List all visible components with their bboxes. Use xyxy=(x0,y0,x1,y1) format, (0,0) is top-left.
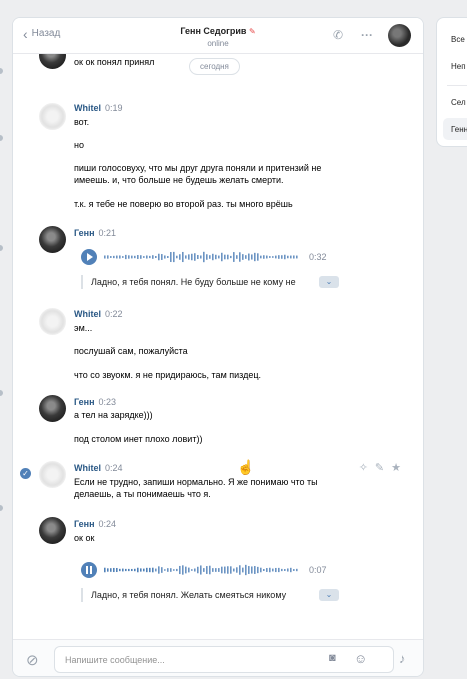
message-author[interactable]: Whitel xyxy=(74,103,101,113)
avatar[interactable] xyxy=(39,395,66,422)
message-input[interactable] xyxy=(54,646,394,673)
message-actions: ✧ ✎ ★ xyxy=(359,461,401,474)
microphone-icon[interactable]: ♪ xyxy=(399,651,406,666)
pause-icon[interactable] xyxy=(81,562,97,578)
message-text: эм... xyxy=(74,323,93,333)
voice-message: 0:32 xyxy=(81,249,331,265)
voice-waveform[interactable] xyxy=(104,251,299,263)
voice-duration: 0:32 xyxy=(309,252,327,262)
message-author[interactable]: Генн xyxy=(74,397,95,407)
message-text: вот. xyxy=(74,117,90,127)
message-author[interactable]: Генн xyxy=(74,519,95,529)
message-time: 0:21 xyxy=(98,228,117,238)
message-text: а тел на зарядке))) xyxy=(74,410,153,420)
scroll-marker xyxy=(0,68,3,74)
avatar[interactable] xyxy=(39,308,66,335)
hand-cursor-icon: ☝ xyxy=(237,459,255,475)
top-strip xyxy=(0,0,467,17)
message-list[interactable]: ок ок понял принял сегодня Whitel 0:19 во… xyxy=(13,54,423,639)
message-author[interactable]: Whitel xyxy=(74,463,101,473)
message-author[interactable]: Генн xyxy=(74,228,95,238)
date-pill: сегодня xyxy=(189,58,240,75)
message-text: т.к. я тебе не поверю во второй раз. ты … xyxy=(74,199,293,209)
scroll-marker xyxy=(0,245,3,251)
message-text: пиши голосовуху, что мы друг друга понял… xyxy=(74,163,322,185)
check-icon[interactable]: ✓ xyxy=(20,468,31,479)
avatar[interactable] xyxy=(39,226,66,253)
message-author-line: Генн 0:21 xyxy=(74,228,116,238)
avatar[interactable] xyxy=(39,54,66,69)
voice-transcript: Ладно, я тебя понял. Желать смеяться ник… xyxy=(81,588,339,602)
message-author-line: Whitel 0:24 xyxy=(74,463,123,473)
voice-transcript: Ладно, я тебя понял. Не буду больше не к… xyxy=(81,275,339,289)
message-text: ок ок xyxy=(74,533,95,543)
phone-icon[interactable]: ✆ xyxy=(333,28,343,42)
message-time: 0:19 xyxy=(105,103,123,113)
sparkle-icon[interactable]: ✧ xyxy=(359,461,368,474)
message-time: 0:23 xyxy=(98,397,117,407)
message-text: под столом инет плохо ловит)) xyxy=(74,434,203,444)
message-time: 0:22 xyxy=(105,309,123,319)
pencil-emoji-icon: ✎ xyxy=(248,27,256,36)
scroll-marker xyxy=(0,135,3,141)
message-text: но xyxy=(74,140,84,150)
message-text: Если не трудно, запиши нормально. Я же п… xyxy=(74,477,318,499)
filter-item[interactable]: Генн xyxy=(451,125,467,134)
divider xyxy=(447,85,467,86)
chat-header: ‹ Назад Генн Седогрив ✎ online ✆ ··· xyxy=(13,18,423,54)
message-author-line: Генн 0:23 xyxy=(74,397,116,407)
message-text: что со звуокм. я не придираюсь, там пизд… xyxy=(74,370,261,380)
voice-waveform[interactable] xyxy=(104,564,299,576)
smile-icon[interactable]: ☺ xyxy=(354,651,367,666)
camera-icon[interactable]: ◙ xyxy=(329,652,336,664)
pencil-icon[interactable]: ✎ xyxy=(375,461,384,474)
star-icon[interactable]: ★ xyxy=(391,461,401,474)
filter-item[interactable]: Все xyxy=(451,35,465,44)
avatar[interactable] xyxy=(39,517,66,544)
filter-item[interactable]: Сел xyxy=(451,98,466,107)
message-text: послушай сам, пожалуйста xyxy=(74,346,188,356)
play-icon[interactable] xyxy=(81,249,97,265)
voice-transcript-text: Ладно, я тебя понял. Не буду больше не к… xyxy=(91,277,296,287)
filter-panel: Все Неп Сел Генн xyxy=(436,17,467,147)
voice-message: 0:07 xyxy=(81,562,331,578)
message-time: 0:24 xyxy=(105,463,123,473)
message-author-line: Whitel 0:19 xyxy=(74,103,123,113)
message-author-line: Whitel 0:22 xyxy=(74,309,123,319)
more-icon[interactable]: ··· xyxy=(361,28,373,42)
scroll-marker xyxy=(0,505,3,511)
chat-window: ‹ Назад Генн Седогрив ✎ online ✆ ··· ок … xyxy=(12,17,424,677)
composer: ⊘ ◙ ☺ ♪ xyxy=(13,639,423,676)
message-author[interactable]: Whitel xyxy=(74,309,101,319)
avatar[interactable] xyxy=(39,103,66,130)
scroll-marker xyxy=(0,390,3,396)
filter-item[interactable]: Неп xyxy=(451,62,466,71)
voice-duration: 0:07 xyxy=(309,565,327,575)
chevron-down-icon[interactable]: ⌄ xyxy=(319,276,339,288)
paperclip-icon[interactable]: ⊘ xyxy=(26,651,39,669)
voice-transcript-text: Ладно, я тебя понял. Желать смеяться ник… xyxy=(91,590,287,600)
chevron-down-icon[interactable]: ⌄ xyxy=(319,589,339,601)
message-author-line: Генн 0:24 xyxy=(74,519,116,529)
message-time: 0:24 xyxy=(98,519,117,529)
avatar[interactable] xyxy=(39,461,66,488)
header-avatar[interactable] xyxy=(388,24,411,47)
